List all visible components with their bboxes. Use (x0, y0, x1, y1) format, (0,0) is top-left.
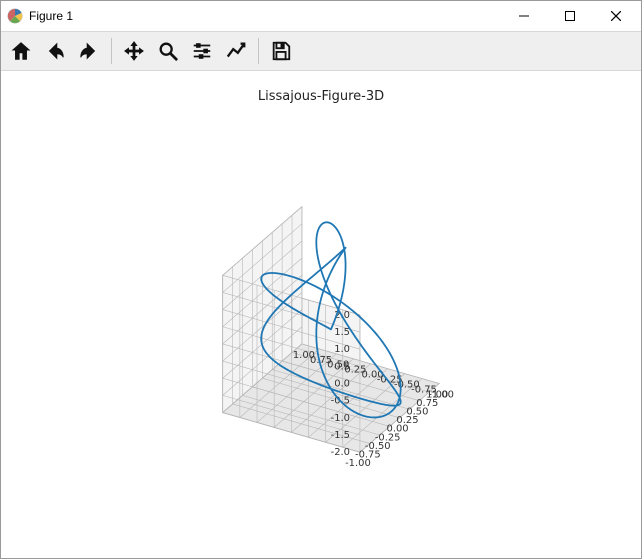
matplotlib-app-icon (7, 8, 23, 24)
minimize-button[interactable] (501, 1, 547, 31)
svg-text:1.0: 1.0 (334, 344, 350, 355)
maximize-button[interactable] (547, 1, 593, 31)
svg-text:-1.0: -1.0 (331, 413, 350, 424)
toolbar-separator (111, 38, 112, 64)
svg-text:0.0: 0.0 (334, 379, 350, 390)
titlebar: Figure 1 (1, 1, 641, 31)
window-title: Figure 1 (29, 9, 73, 23)
toolbar-separator (258, 38, 259, 64)
axes-3d[interactable]: -2.0-1.5-1.0-0.50.00.51.01.52.0-1.00-0.7… (1, 71, 641, 558)
svg-text:-1.5: -1.5 (331, 430, 350, 441)
svg-text:1.00: 1.00 (293, 350, 315, 361)
zoom-icon[interactable] (152, 35, 184, 67)
pan-icon[interactable] (118, 35, 150, 67)
mpl-toolbar (1, 31, 641, 71)
save-icon[interactable] (265, 35, 297, 67)
back-icon[interactable] (39, 35, 71, 67)
figure-window: Figure 1 (0, 0, 642, 559)
forward-icon[interactable] (73, 35, 105, 67)
configure-subplots-icon[interactable] (186, 35, 218, 67)
home-icon[interactable] (5, 35, 37, 67)
svg-text:1.5: 1.5 (334, 327, 350, 338)
axis-edit-icon[interactable] (220, 35, 252, 67)
close-button[interactable] (593, 1, 639, 31)
plot-canvas[interactable]: Lissajous-Figure-3D -2.0-1.5-1.0-0.50.00… (1, 71, 641, 558)
svg-text:-2.0: -2.0 (331, 447, 350, 458)
